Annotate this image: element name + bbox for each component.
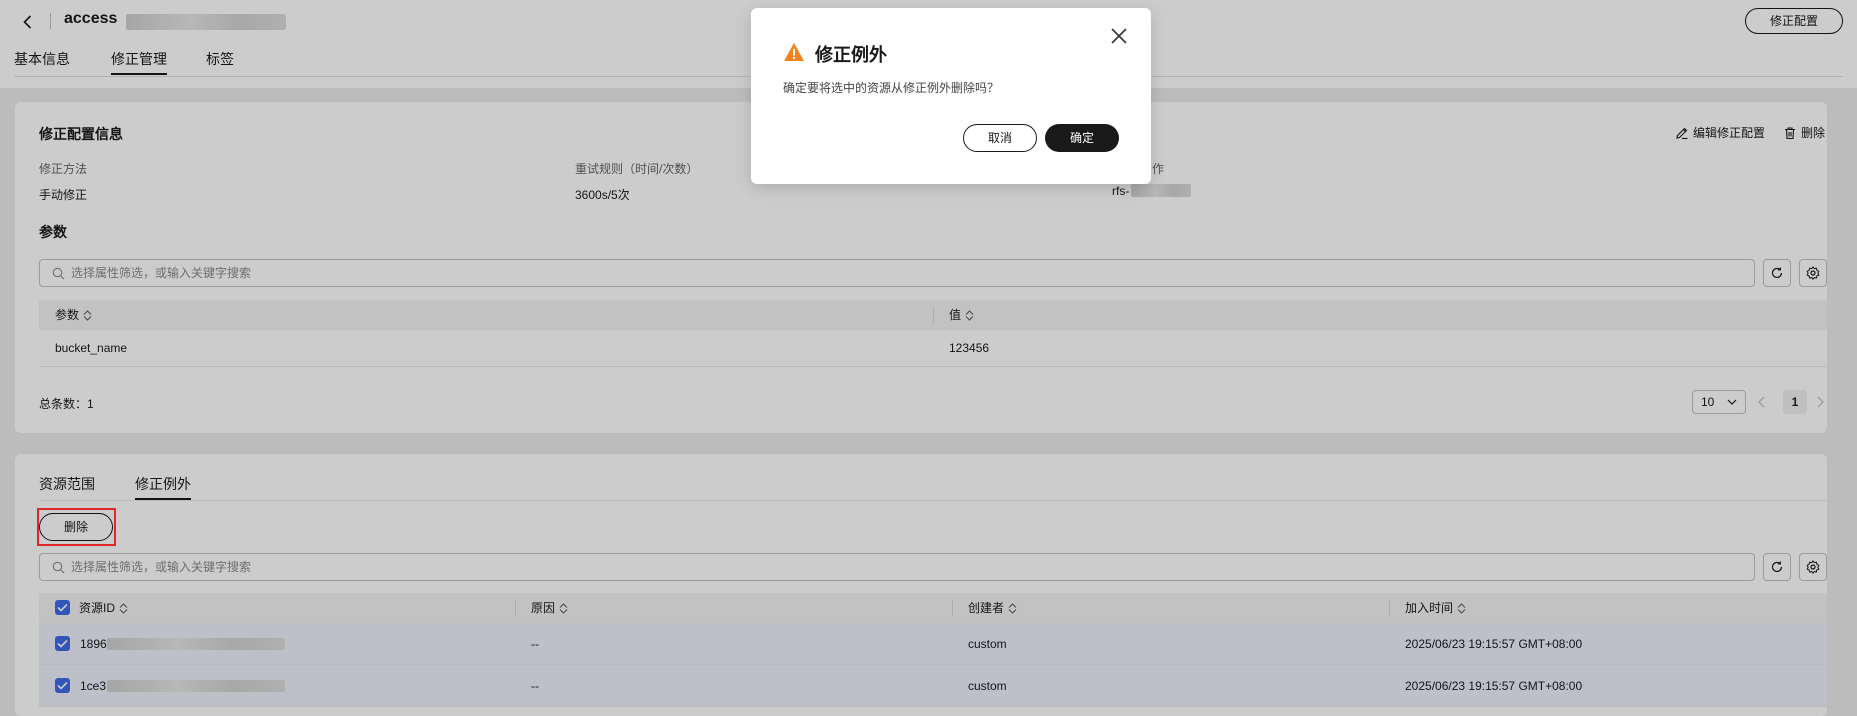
cancel-button[interactable]: 取消 [963, 124, 1037, 152]
confirm-button[interactable]: 确定 [1045, 124, 1119, 152]
close-icon[interactable] [1107, 24, 1131, 48]
confirm-dialog: 修正例外 确定要将选中的资源从修正例外删除吗？ 取消 确定 [751, 8, 1151, 184]
dialog-message: 确定要将选中的资源从修正例外删除吗？ [783, 81, 1000, 95]
warning-icon [783, 42, 805, 62]
dialog-title: 修正例外 [815, 45, 887, 65]
highlight-box [37, 508, 116, 546]
